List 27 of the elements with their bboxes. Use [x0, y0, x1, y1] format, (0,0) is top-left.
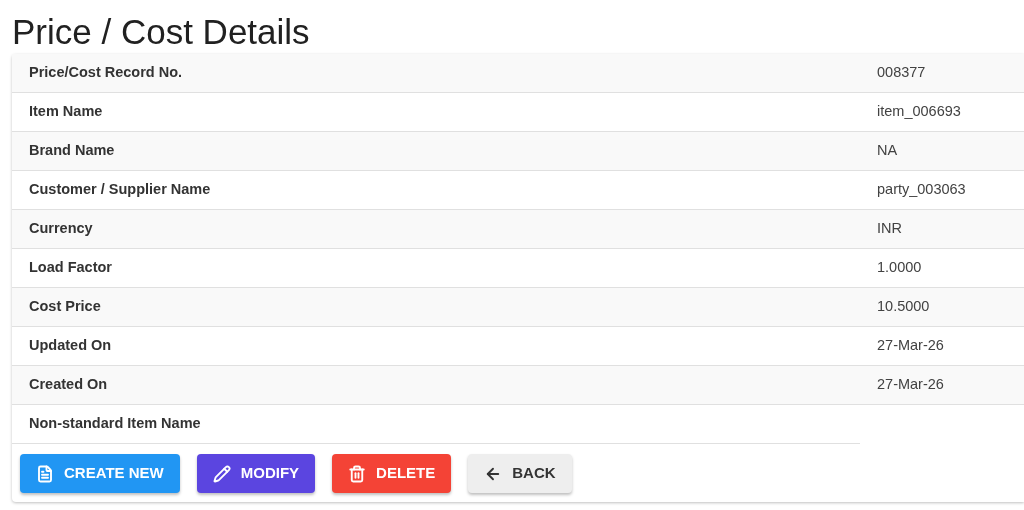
field-label: Currency	[29, 219, 93, 239]
document-icon	[36, 464, 54, 483]
field-label: Item Name	[29, 102, 103, 122]
field-value: party_003063	[877, 180, 966, 200]
field-value: 008377	[877, 63, 926, 83]
back-button[interactable]: BACK	[468, 454, 572, 493]
field-value: 10.5000	[877, 297, 930, 317]
field-label: Cost Price	[29, 297, 101, 317]
field-value: 27-Mar-26	[877, 336, 944, 356]
field-label: Customer / Supplier Name	[29, 180, 211, 200]
field-value: 1.0000	[877, 258, 922, 278]
field-label: Price/Cost Record No.	[29, 63, 183, 83]
create-new-button[interactable]: CREATE NEW	[20, 454, 180, 493]
field-label: Non-standard Item Name	[29, 414, 201, 434]
field-label: Load Factor	[29, 258, 112, 278]
field-value: 27-Mar-26	[877, 375, 944, 395]
field-value: item_006693	[877, 102, 961, 122]
trash-icon	[348, 464, 367, 483]
field-label: Brand Name	[29, 141, 115, 161]
delete-button[interactable]: DELETE	[332, 454, 452, 493]
page-title: Price / Cost Details	[11, 11, 311, 53]
field-label: Created On	[29, 375, 108, 395]
field-value: INR	[877, 219, 902, 239]
field-value: NA	[877, 141, 898, 161]
pencil-icon	[212, 464, 231, 483]
modify-button[interactable]: MODIFY	[196, 454, 316, 493]
field-label: Updated On	[29, 336, 112, 356]
